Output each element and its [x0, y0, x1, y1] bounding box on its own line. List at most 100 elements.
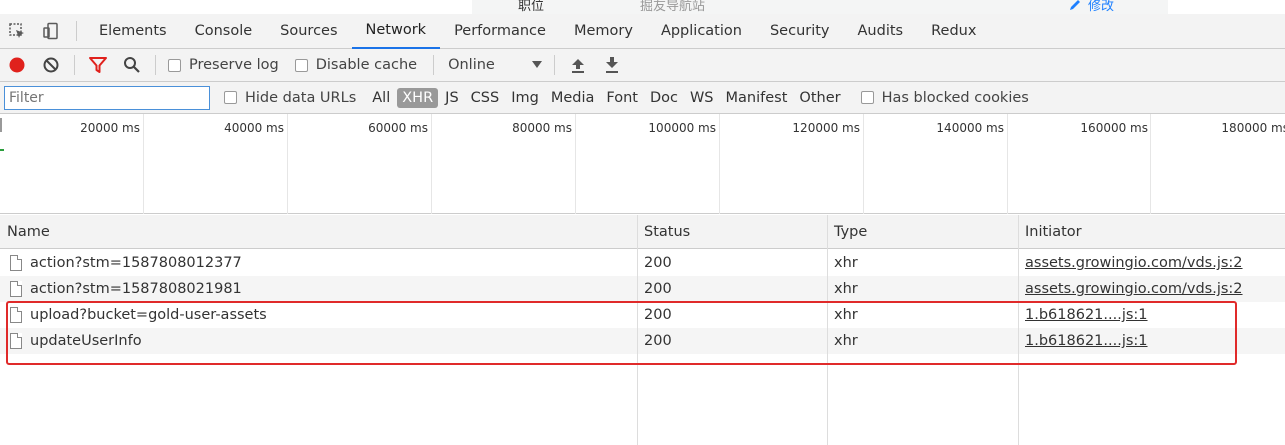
timeline-tick: 140000 ms — [936, 121, 1004, 135]
timeline-tick: 100000 ms — [648, 121, 716, 135]
timeline-tick: 40000 ms — [224, 121, 284, 135]
request-name: upload?bucket=gold-user-assets — [10, 302, 267, 328]
checkbox-box[interactable] — [294, 58, 308, 72]
request-name-text: action?stm=1587808012377 — [30, 255, 242, 271]
filter-type-font[interactable]: Font — [601, 88, 643, 108]
column-header-initiator[interactable]: Initiator — [1018, 215, 1082, 249]
filter-type-xhr[interactable]: XHR — [397, 87, 439, 108]
request-status: 200 — [644, 333, 672, 349]
request-status: 200 — [644, 307, 672, 323]
request-type: xhr — [834, 281, 858, 297]
tab-memory[interactable]: Memory — [560, 14, 647, 49]
clear-icon — [43, 57, 59, 73]
checkbox-box[interactable] — [168, 58, 181, 72]
toolbar-separator — [433, 55, 435, 75]
record-button[interactable] — [0, 49, 34, 82]
tab-separator — [76, 21, 77, 41]
tab-sources[interactable]: Sources — [266, 14, 351, 49]
hide-data-urls-label: Hide data URLs — [245, 89, 357, 106]
timeline-tick: 20000 ms — [80, 121, 140, 135]
tab-elements[interactable]: Elements — [85, 14, 181, 49]
document-icon — [10, 255, 22, 271]
throttling-select[interactable]: Online — [448, 57, 548, 73]
filter-type-ws[interactable]: WS — [685, 88, 719, 108]
tab-application[interactable]: Application — [647, 14, 756, 49]
initiator-link[interactable]: assets.growingio.com/vds.js:2 — [1025, 250, 1243, 276]
filter-type-other[interactable]: Other — [794, 88, 845, 108]
clear-button[interactable] — [34, 49, 68, 82]
column-divider[interactable] — [637, 215, 638, 445]
request-name: action?stm=1587808012377 — [10, 250, 242, 276]
document-icon — [10, 281, 22, 297]
initiator-link[interactable]: 1.b618621....js:1 — [1025, 302, 1148, 328]
preserve-log-checkbox[interactable]: Preserve log — [168, 57, 279, 73]
document-icon — [10, 333, 22, 349]
column-header-status[interactable]: Status — [637, 215, 690, 249]
table-row[interactable]: action?stm=1587808012377 200 xhr assets.… — [0, 250, 1285, 276]
hide-data-urls-checkbox[interactable]: Hide data URLs — [224, 90, 356, 106]
request-name-text: action?stm=1587808021981 — [30, 281, 242, 297]
filter-bar: Hide data URLs All XHR JS CSS Img Media … — [0, 82, 1285, 114]
column-divider[interactable] — [827, 215, 828, 445]
filter-type-all[interactable]: All — [367, 88, 395, 108]
request-name: updateUserInfo — [10, 328, 142, 354]
filter-icon — [89, 57, 107, 73]
disable-cache-checkbox[interactable]: Disable cache — [294, 57, 418, 73]
document-icon — [10, 307, 22, 323]
download-icon — [606, 57, 619, 73]
request-status: 200 — [644, 281, 672, 297]
timeline-tick: 120000 ms — [792, 121, 860, 135]
timeline-overview[interactable]: 20000 ms 40000 ms 60000 ms 80000 ms 1000… — [0, 114, 1285, 214]
has-blocked-cookies-checkbox[interactable]: Has blocked cookies — [860, 89, 1029, 106]
filter-type-doc[interactable]: Doc — [645, 88, 683, 108]
checkbox-box[interactable] — [224, 91, 237, 104]
column-header-name[interactable]: Name — [0, 215, 50, 249]
filter-input[interactable] — [4, 85, 210, 110]
table-row[interactable]: updateUserInfo 200 xhr 1.b618621....js:1 — [0, 328, 1285, 354]
search-button[interactable] — [115, 49, 149, 82]
request-status: 200 — [644, 255, 672, 271]
requests-table: Name Status Type Initiator action?stm=15… — [0, 215, 1285, 445]
toolbar-separator — [554, 55, 556, 75]
inspect-element-icon[interactable] — [0, 14, 34, 49]
chevron-down-icon — [532, 61, 543, 68]
tab-audits[interactable]: Audits — [844, 14, 918, 49]
checkbox-box[interactable] — [860, 91, 874, 104]
tab-security[interactable]: Security — [756, 14, 844, 49]
timeline-tick: 60000 ms — [368, 121, 428, 135]
page-behind-value: 掘友导航站 — [640, 0, 706, 14]
edit-link[interactable]: 修改 — [1068, 0, 1114, 14]
table-row[interactable]: upload?bucket=gold-user-assets 200 xhr 1… — [0, 302, 1285, 328]
filter-type-manifest[interactable]: Manifest — [721, 88, 793, 108]
tab-network[interactable]: Network — [351, 14, 441, 49]
filter-toggle-button[interactable] — [81, 49, 115, 82]
tab-redux[interactable]: Redux — [917, 14, 990, 49]
toolbar-separator — [155, 55, 156, 75]
page-behind-strip: 职位 掘友导航站 修改 — [0, 0, 1285, 14]
disable-cache-label: Disable cache — [315, 57, 418, 73]
toolbar-separator — [74, 55, 75, 75]
tab-console[interactable]: Console — [181, 14, 267, 49]
timeline-tick: 160000 ms — [1080, 121, 1148, 135]
initiator-link[interactable]: 1.b618621....js:1 — [1025, 328, 1148, 354]
request-type: xhr — [834, 255, 858, 271]
request-name-text: upload?bucket=gold-user-assets — [30, 307, 267, 323]
filter-type-media[interactable]: Media — [546, 88, 600, 108]
devtools-tab-bar: Elements Console Sources Network Perform… — [0, 14, 1285, 49]
has-blocked-cookies-label: Has blocked cookies — [881, 89, 1029, 106]
device-toolbar-icon[interactable] — [34, 14, 68, 49]
filter-type-js[interactable]: JS — [440, 88, 463, 108]
column-divider[interactable] — [1018, 215, 1019, 445]
export-har-button[interactable] — [595, 49, 629, 82]
filter-type-css[interactable]: CSS — [466, 88, 505, 108]
request-name-text: updateUserInfo — [30, 333, 142, 349]
filter-type-img[interactable]: Img — [506, 88, 544, 108]
initiator-link[interactable]: assets.growingio.com/vds.js:2 — [1025, 276, 1243, 302]
tab-performance[interactable]: Performance — [440, 14, 560, 49]
column-header-type[interactable]: Type — [827, 215, 867, 249]
request-type: xhr — [834, 333, 858, 349]
table-row[interactable]: action?stm=1587808021981 200 xhr assets.… — [0, 276, 1285, 302]
timeline-tick: 80000 ms — [512, 121, 572, 135]
import-har-button[interactable] — [561, 49, 595, 82]
request-name: action?stm=1587808021981 — [10, 276, 242, 302]
